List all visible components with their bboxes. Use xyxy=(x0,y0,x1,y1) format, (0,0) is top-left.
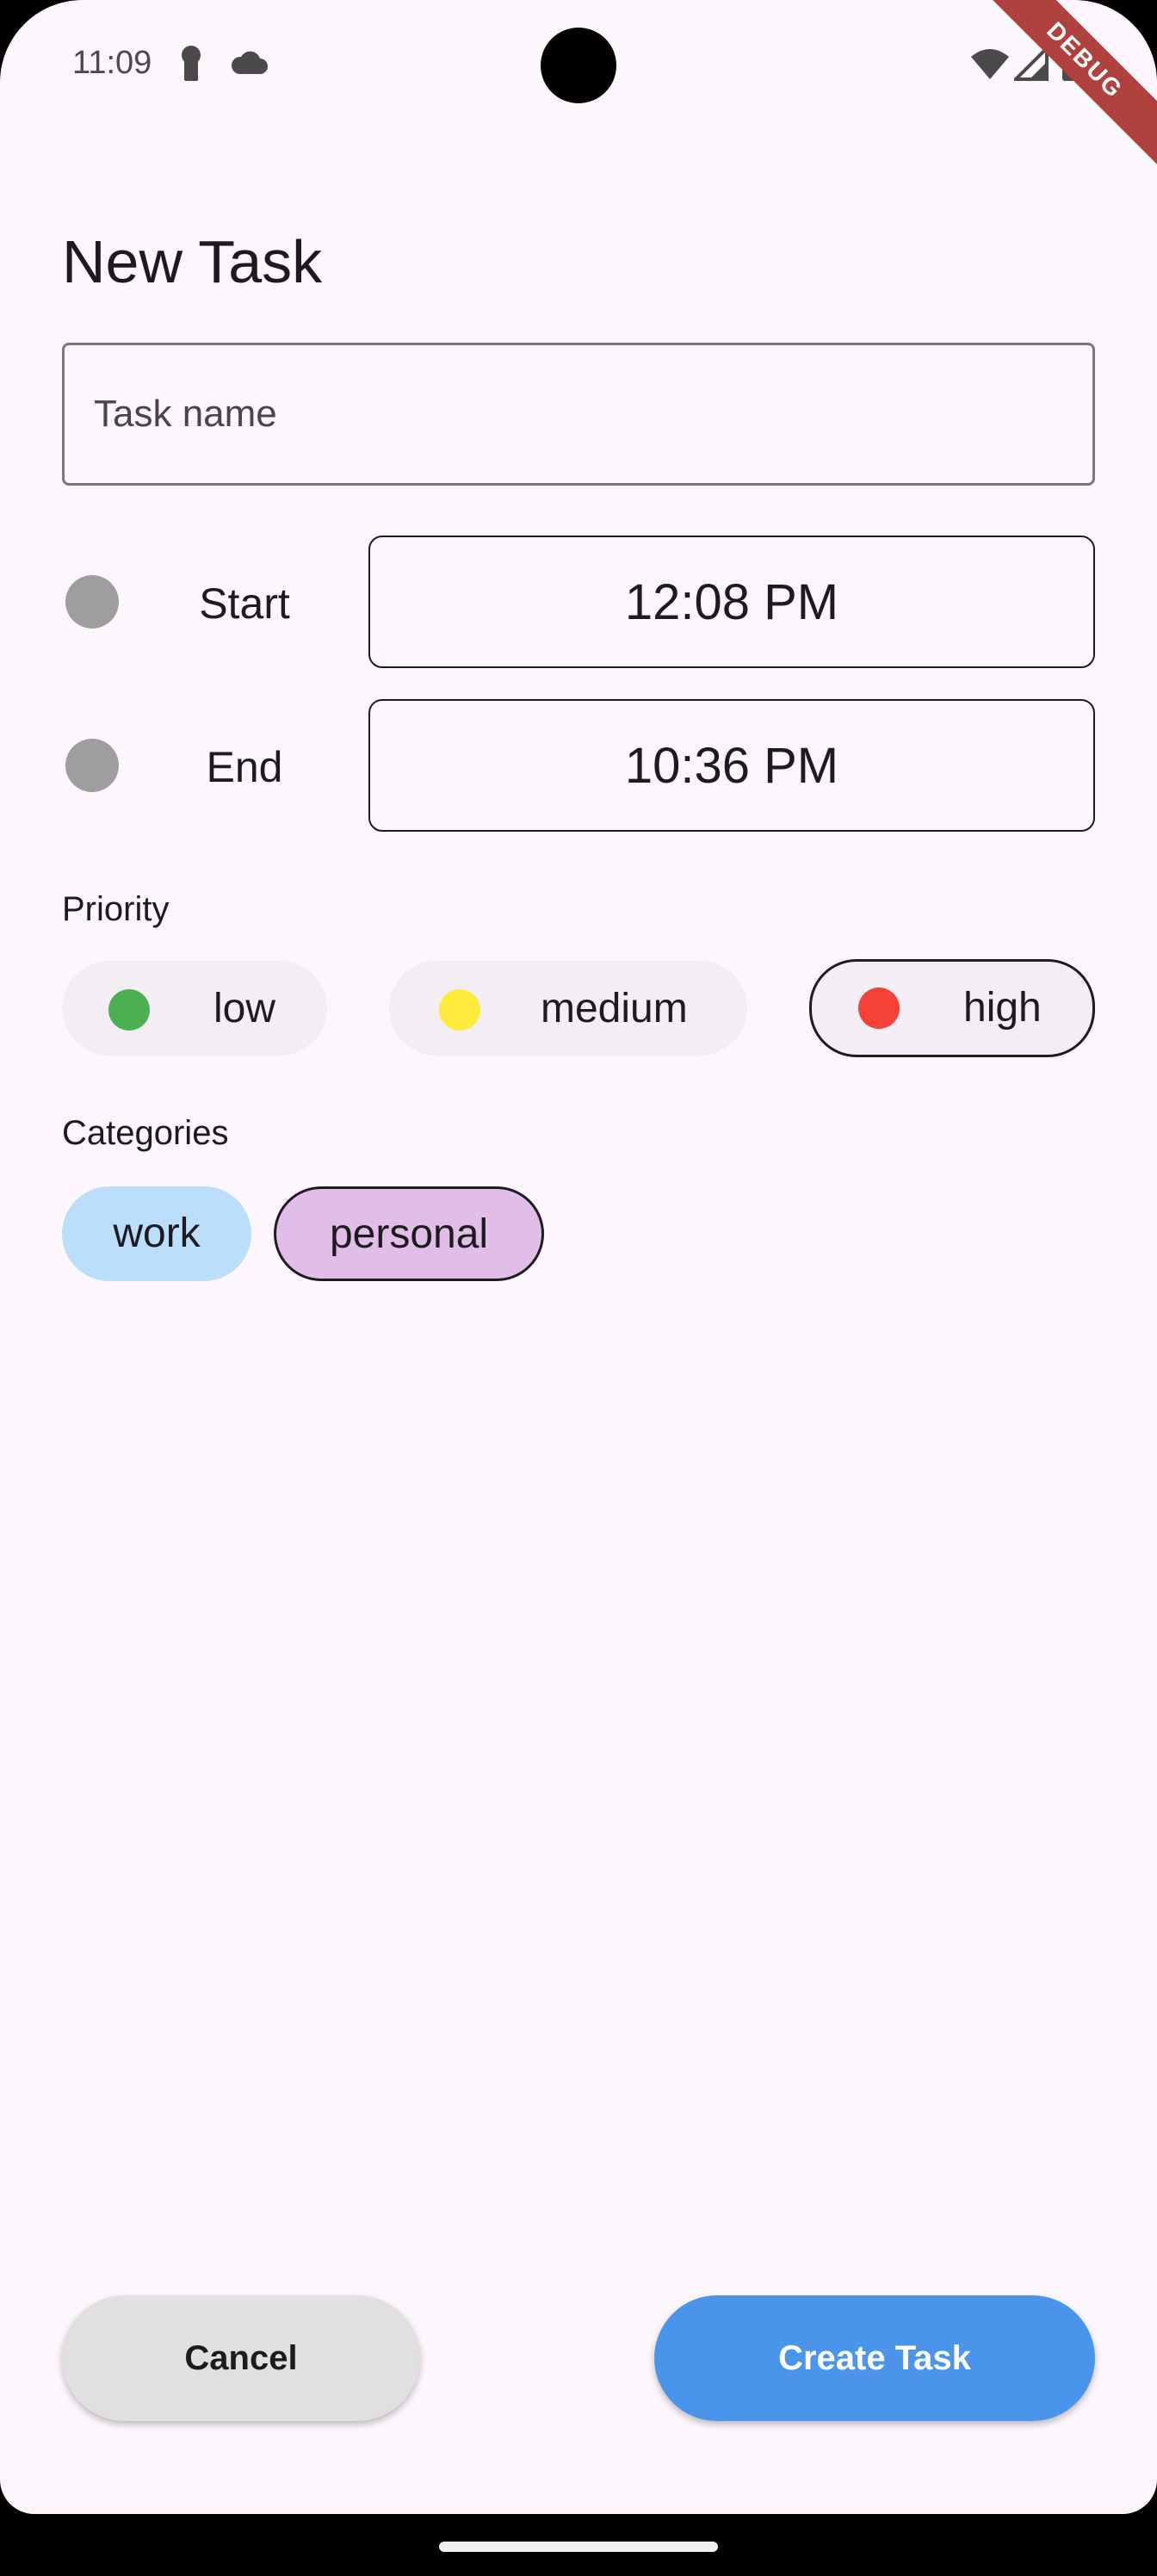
category-chip-work[interactable]: work xyxy=(62,1186,251,1281)
home-indicator[interactable] xyxy=(439,2542,718,2552)
priority-chip-medium[interactable]: medium xyxy=(389,961,747,1056)
end-time-button[interactable]: 10:36 PM xyxy=(368,699,1095,832)
cloud-icon xyxy=(229,50,269,80)
start-time-button[interactable]: 12:08 PM xyxy=(368,536,1095,668)
high-priority-dot xyxy=(858,988,900,1029)
wifi-icon xyxy=(969,46,1011,85)
task-name-input[interactable] xyxy=(65,345,1092,483)
key-icon xyxy=(179,45,203,87)
priority-chip-label: medium xyxy=(541,986,688,1031)
start-time-row: Start 12:08 PM xyxy=(0,536,1157,668)
priority-chip-label: high xyxy=(963,985,1042,1031)
low-priority-dot xyxy=(108,989,150,1031)
status-time: 11:09 xyxy=(72,45,152,81)
app-screen: 11:09 DEBUG New Task Start 12:08 PM End … xyxy=(0,0,1157,2514)
create-task-button[interactable]: Create Task xyxy=(654,2295,1095,2421)
categories-label: Categories xyxy=(62,1114,229,1152)
priority-chip-high[interactable]: high xyxy=(809,959,1095,1057)
end-label: End xyxy=(206,743,283,791)
end-time-row: End 10:36 PM xyxy=(0,699,1157,832)
priority-chip-label: low xyxy=(213,986,276,1031)
category-chip-personal[interactable]: personal xyxy=(274,1186,544,1281)
end-status-dot xyxy=(65,739,119,792)
camera-cutout xyxy=(541,28,616,103)
start-label: Start xyxy=(199,579,290,628)
start-status-dot xyxy=(65,575,119,629)
signal-icon xyxy=(1012,44,1049,85)
medium-priority-dot xyxy=(439,989,480,1031)
priority-chip-low[interactable]: low xyxy=(62,961,327,1056)
cancel-button[interactable]: Cancel xyxy=(62,2295,420,2421)
priority-label: Priority xyxy=(62,890,170,928)
page-title: New Task xyxy=(62,228,323,295)
task-name-field[interactable] xyxy=(62,343,1095,486)
debug-banner: DEBUG xyxy=(965,0,1157,180)
